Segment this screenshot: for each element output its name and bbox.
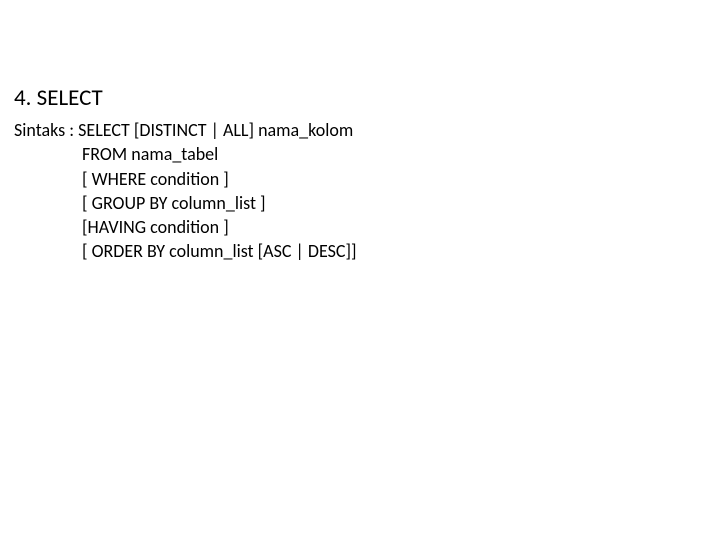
syntax-line-3: [ WHERE condition ] [14, 167, 720, 191]
syntax-line-1: Sintaks : SELECT [DISTINCT | ALL] nama_k… [14, 118, 720, 142]
syntax-block: Sintaks : SELECT [DISTINCT | ALL] nama_k… [14, 118, 720, 264]
syntax-line-6: [ ORDER BY column_list [ASC | DESC]] [14, 239, 720, 263]
syntax-line-2: FROM nama_tabel [14, 142, 720, 166]
syntax-line-4: [ GROUP BY column_list ] [14, 191, 720, 215]
section-title: 4. SELECT [14, 84, 720, 112]
syntax-line-5: [HAVING condition ] [14, 215, 720, 239]
